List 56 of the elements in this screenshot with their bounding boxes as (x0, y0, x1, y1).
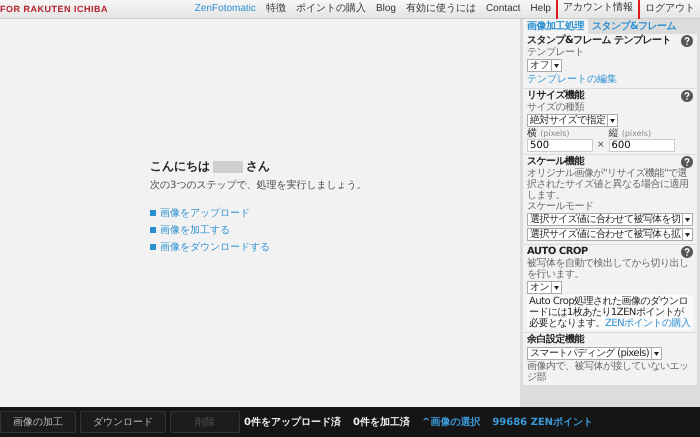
times-sign: × (597, 140, 605, 152)
square-bullet-icon (150, 244, 156, 250)
caret-icon (550, 60, 561, 71)
help-icon[interactable] (681, 90, 693, 102)
field-label: テンプレート (527, 47, 585, 58)
section-title: スタンプ&フレーム テンプレート (527, 35, 672, 46)
brand-logo-text: FOR RAKUTEN ICHIBA (0, 4, 108, 14)
nav-link[interactable]: 特徴 (260, 0, 291, 19)
dropdown-select[interactable]: スマートパディング (pixels) (527, 347, 662, 360)
help-icon[interactable] (681, 35, 693, 47)
dropdown-select[interactable]: 選択サイズ値に合わせて被写体を切 (527, 213, 694, 226)
nav-link[interactable]: Contact (480, 0, 526, 19)
greeting-suffix: さん (246, 158, 270, 175)
greeting-text: こんにちは (150, 158, 210, 175)
description-text: 被写体を自動で検出してから切り出しを行います。 (527, 258, 690, 280)
section-title: スケール機能 (527, 156, 584, 168)
nav-link[interactable]: ログアウト (640, 0, 700, 19)
dropdown-select[interactable]: オフ (527, 59, 562, 72)
nav-link[interactable]: ポイントの購入 (290, 0, 371, 19)
caret-icon (607, 115, 618, 126)
subtitle-text: 次の3つのステップで、処理を実行しましょう。 (150, 178, 366, 192)
unit-label: (pixels) (622, 129, 652, 138)
dropdown-select[interactable]: 選択サイズ値に合わせて被写体も拡 (527, 228, 694, 241)
unit-label: (pixels) (540, 129, 570, 138)
section-title: リサイズ機能 (527, 90, 584, 102)
status-count: 0件を加工済 (352, 415, 410, 429)
field-label: 縦 (608, 128, 619, 139)
caret-icon (682, 214, 692, 225)
section-title: AUTO CROP (527, 246, 588, 258)
note-text: Auto Crop処理された画像のダウンロードには1枚あたり1ZENポイントが必要となります。ZENポイントの購入 (527, 295, 693, 330)
nav-link[interactable]: 有効に使うには (400, 0, 481, 19)
field-label: スケールモード (527, 201, 594, 212)
description-text: オリジナル画像が"リサイズ機能"で選択されたサイズ値と異なる場合に適用します。 (527, 168, 690, 201)
status-count: 0件をアップロード済 (244, 415, 341, 429)
square-bullet-icon (150, 210, 156, 216)
caret-icon (682, 229, 692, 240)
toolbar-button[interactable]: 画像の加工 (0, 411, 76, 433)
caret-icon (651, 348, 662, 359)
nav-link[interactable]: Blog (370, 0, 401, 19)
nav-link[interactable]: Help (525, 0, 556, 19)
toolbar-link[interactable]: 99686 ZENポイント (492, 415, 594, 429)
field-label: サイズの種類 (527, 102, 586, 113)
toolbar-link[interactable]: ^画像の選択 (422, 415, 480, 429)
field-label: 横 (527, 128, 537, 139)
height-input[interactable]: 600 (608, 139, 675, 152)
toolbar-button[interactable]: ダウンロード (80, 411, 166, 433)
name-placeholder (213, 160, 243, 172)
help-icon[interactable] (681, 156, 693, 168)
help-icon[interactable] (681, 246, 693, 258)
width-input[interactable]: 500 (527, 139, 593, 152)
description-text: 画像内で、被写体が接していないエッジ部 (527, 361, 690, 383)
caret-icon (550, 282, 561, 293)
square-bullet-icon (150, 227, 156, 233)
section-title: 余白設定機能 (527, 334, 584, 346)
dropdown-select[interactable]: オン (527, 281, 562, 294)
dropdown-select[interactable]: 絶対サイズで指定 (527, 114, 618, 127)
